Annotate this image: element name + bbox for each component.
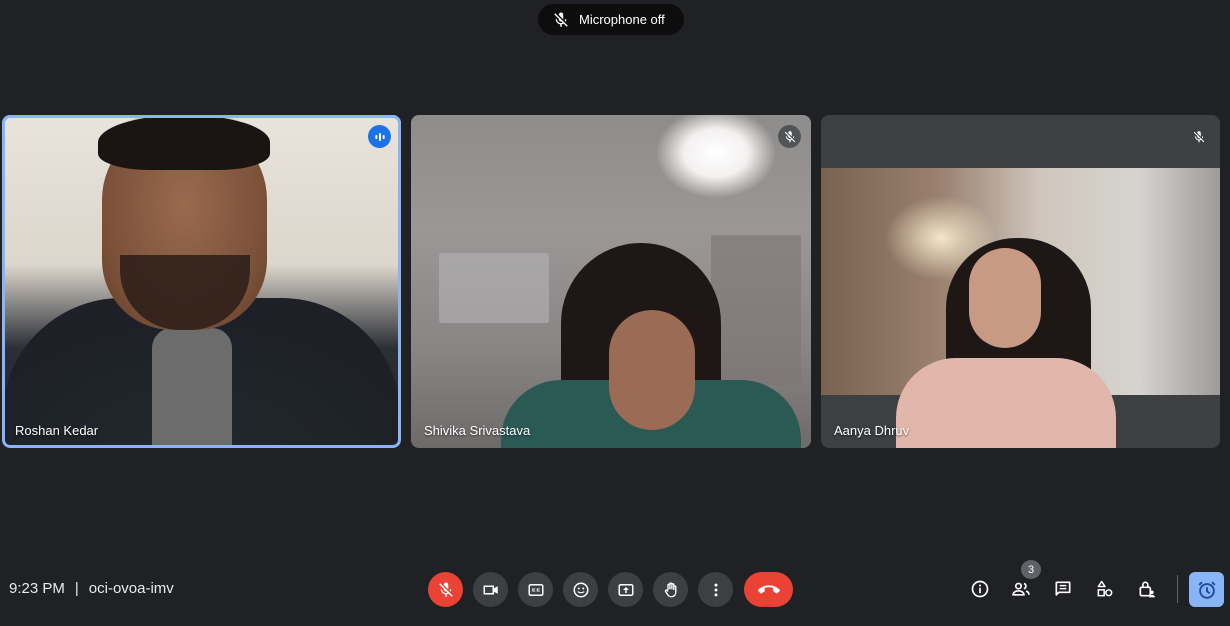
meeting-info-button[interactable] [967,576,993,602]
closed-caption-icon [527,581,545,599]
people-icon [1011,579,1031,599]
host-controls-button[interactable] [1134,576,1160,602]
mic-off-icon [778,125,801,148]
participant-tile-shivika[interactable]: Shivika Srivastava [411,115,811,448]
participant-name: Shivika Srivastava [424,423,531,438]
people-button[interactable] [1008,576,1034,602]
lock-person-icon [1137,579,1157,599]
raise-hand-button[interactable] [653,572,688,607]
activities-button[interactable] [1092,576,1118,602]
mic-off-icon [1187,125,1210,148]
alarm-icon [1196,579,1218,601]
chat-button[interactable] [1050,576,1076,602]
camera-toggle-button[interactable] [473,572,508,607]
videocam-icon [482,581,500,599]
present-screen-icon [617,581,635,599]
reactions-button[interactable] [563,572,598,607]
more-options-button[interactable] [698,572,733,607]
hand-icon [662,581,680,599]
more-vert-icon [707,581,725,599]
chat-icon [1053,579,1073,599]
participant-tile-roshan[interactable]: Roshan Kedar [2,115,401,448]
participant-name: Aanya Dhruv [834,423,910,438]
captions-button[interactable] [518,572,553,607]
meeting-details: 9:23 PM | oci-ovoa-imv [9,580,174,597]
call-end-icon [757,579,780,601]
info-icon [970,579,990,599]
mic-off-icon [552,11,570,29]
toolbar-divider [1177,575,1178,603]
toast-text: Microphone off [579,12,665,27]
emoji-icon [572,581,590,599]
meeting-code: oci-ovoa-imv [88,580,174,597]
participant-tile-aanya[interactable]: Aanya Dhruv [821,115,1220,448]
people-count-badge: 3 [1021,560,1041,579]
microphone-toggle-button[interactable] [428,572,463,607]
microphone-off-toast: Microphone off [538,4,684,35]
speaking-icon [368,125,391,148]
mic-off-icon [437,581,455,599]
timer-button[interactable] [1189,572,1224,607]
current-time: 9:23 PM [9,580,65,597]
leave-call-button[interactable] [744,572,793,607]
present-screen-button[interactable] [608,572,643,607]
activities-icon [1095,579,1115,599]
participant-video [821,168,1220,448]
participant-name: Roshan Kedar [15,423,99,438]
separator: | [74,580,79,597]
